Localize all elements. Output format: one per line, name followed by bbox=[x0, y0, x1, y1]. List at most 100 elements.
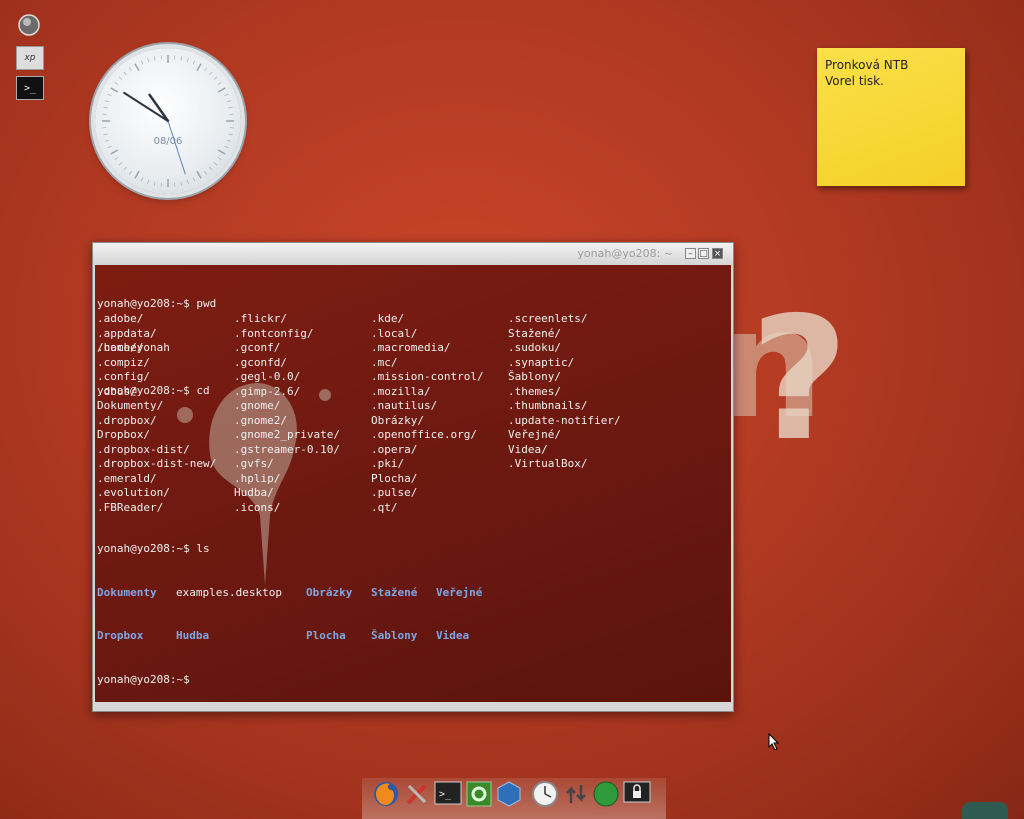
ls-directory-entry: Plocha bbox=[306, 629, 346, 642]
completion-entry: .gnome2/ bbox=[234, 413, 287, 427]
completion-entry: .mc/ bbox=[371, 355, 398, 369]
svg-text:>_: >_ bbox=[439, 789, 452, 800]
terminal-icon[interactable]: >_ bbox=[433, 779, 463, 809]
completion-entry: .gstreamer-0.10/ bbox=[234, 442, 340, 456]
completion-row: Dropbox/ .gnome2_private/ .openoffice.org/… bbox=[97, 428, 645, 443]
terminal-content[interactable]: yonah@yo208:~$ pwd /home/yonah yonah@yo2… bbox=[95, 265, 731, 702]
completion-row: .evolution/Hudba/ .pulse/ bbox=[97, 486, 645, 501]
clock-tick bbox=[154, 181, 156, 186]
close-button[interactable]: × bbox=[712, 248, 723, 259]
clock-tick bbox=[228, 107, 233, 109]
completion-entry: .gimp-2.6/ bbox=[234, 384, 301, 398]
clock-tick bbox=[204, 67, 208, 71]
clock-tick bbox=[209, 166, 213, 171]
ls-file-entry: examples.desktop bbox=[176, 585, 282, 599]
sticky-note[interactable]: Pronková NTB Vorel tisk. bbox=[817, 48, 965, 186]
clock-tick bbox=[107, 93, 112, 97]
clock-tick bbox=[186, 58, 189, 63]
completion-entry: .cache/ bbox=[97, 341, 144, 354]
virtualbox-icon[interactable] bbox=[494, 779, 524, 809]
clock-tick bbox=[217, 149, 226, 155]
clock-tick bbox=[140, 177, 144, 182]
terminal-launcher-icon[interactable]: >_ bbox=[16, 76, 44, 100]
clock-tick bbox=[114, 157, 118, 161]
completion-entry: .sudoku/ bbox=[508, 341, 561, 354]
clock-icon[interactable] bbox=[530, 779, 560, 809]
clock-tick bbox=[224, 93, 229, 97]
completion-entry bbox=[508, 486, 645, 501]
ls-output-row: Dokumenty examples.desktop Obrázky Stažené V… bbox=[97, 586, 516, 601]
completion-entry: .VirtualBox/ bbox=[508, 457, 588, 470]
completion-entry: .emerald/ bbox=[97, 471, 157, 485]
clock-tick bbox=[196, 63, 202, 72]
terminal-prompt: yonah@yo208:~$ bbox=[97, 672, 190, 686]
windows-xp-icon[interactable]: xp bbox=[16, 46, 44, 70]
ls-directory-entry: Stažené bbox=[371, 585, 418, 599]
globe-icon[interactable] bbox=[16, 14, 42, 36]
clock-tick bbox=[140, 60, 144, 65]
completion-entry: .dropbox-dist/ bbox=[97, 442, 190, 456]
clock-tick bbox=[103, 133, 108, 135]
clock-tick bbox=[105, 100, 110, 103]
completion-entry: .dbus/ bbox=[97, 384, 137, 398]
terminal-window[interactable]: yonah@yo208: ~ – □ × yonah@yo208:~$ pwd … bbox=[92, 242, 734, 712]
completion-entry: .update-notifier/ bbox=[508, 413, 621, 427]
lock-screen-icon[interactable] bbox=[622, 779, 652, 809]
settings-icon[interactable] bbox=[464, 779, 494, 809]
completion-entry: Stažené/ bbox=[508, 326, 561, 340]
clock-tick bbox=[154, 56, 156, 61]
windows-xp-icon-label: xp bbox=[24, 53, 36, 63]
completion-entry: .adobe/ bbox=[97, 312, 144, 325]
completion-entry: .thumbnails/ bbox=[508, 399, 588, 412]
firefox-icon[interactable] bbox=[371, 779, 401, 809]
completion-entry: .openoffice.org/ bbox=[371, 428, 477, 441]
completion-entry: .gnome/ bbox=[234, 399, 281, 412]
completion-entry: .dropbox/ bbox=[97, 413, 157, 427]
completion-entry: .gvfs/ bbox=[234, 457, 274, 470]
completion-row: Dokumenty/ .gnome/ .nautilus/ .thumbnails/ bbox=[97, 399, 645, 414]
completion-row: .dropbox-dist/ .gstreamer-0.10/ .opera/Vid… bbox=[97, 443, 645, 458]
completion-entry: .pki/ bbox=[371, 457, 405, 470]
completion-entry bbox=[508, 472, 645, 487]
completion-entry: .hplip/ bbox=[234, 471, 281, 485]
terminal-launcher-label: >_ bbox=[23, 82, 37, 94]
tools-icon[interactable] bbox=[402, 779, 432, 809]
cd-completion-list: .adobe/ .flickr/ .kde/ .screenlets/ .appdata… bbox=[97, 312, 645, 515]
clock-tick bbox=[147, 58, 150, 63]
wallpaper-question-mark: ? bbox=[750, 281, 849, 479]
completion-entry: .screenlets/ bbox=[508, 312, 588, 325]
completion-row: .appdata/ .fontconfig/ .local/Stažené/ bbox=[97, 327, 645, 342]
clock-tick bbox=[110, 149, 119, 155]
completion-entry: .gnome2_private/ bbox=[234, 428, 340, 441]
completion-entry: .config/ bbox=[97, 370, 150, 383]
ls-directory-entry: Veřejné bbox=[436, 585, 483, 599]
completion-entry: .compiz/ bbox=[97, 355, 150, 369]
completion-entry: .synaptic/ bbox=[508, 355, 575, 369]
completion-entry: Plocha/ bbox=[371, 471, 418, 485]
clock-tick bbox=[192, 177, 196, 182]
network-icon[interactable] bbox=[561, 779, 591, 809]
completion-row: .compiz/ .gconfd/ .mc/ .synaptic/ bbox=[97, 356, 645, 371]
completion-entry bbox=[508, 501, 645, 516]
ls-directory-entry: Šablony bbox=[371, 629, 418, 642]
corner-widget[interactable] bbox=[962, 802, 1008, 819]
clock-tick bbox=[123, 71, 127, 76]
completion-entry: .flickr/ bbox=[234, 312, 287, 325]
completion-entry: Videa/ bbox=[508, 442, 548, 456]
clock-tick bbox=[186, 179, 189, 184]
ls-directory-entry: Hudba bbox=[176, 629, 210, 642]
completion-entry: .dropbox-dist-new/ bbox=[97, 457, 217, 470]
clock-tick bbox=[147, 179, 150, 184]
ls-directory-entry: Dokumenty bbox=[97, 585, 157, 599]
green-orb-icon[interactable] bbox=[591, 779, 621, 809]
clock-tick bbox=[180, 181, 182, 186]
clock-tick bbox=[213, 162, 218, 166]
completion-entry: .gconf/ bbox=[234, 341, 281, 354]
clock-tick bbox=[114, 81, 118, 85]
clock-second-hand bbox=[167, 120, 186, 175]
minimize-button[interactable]: – bbox=[685, 248, 696, 259]
terminal-line: yonah@yo208:~$ ls bbox=[97, 542, 210, 555]
maximize-button[interactable]: □ bbox=[698, 248, 709, 259]
terminal-titlebar[interactable]: yonah@yo208: ~ – □ × bbox=[93, 243, 733, 265]
completion-entry: .themes/ bbox=[508, 384, 561, 398]
